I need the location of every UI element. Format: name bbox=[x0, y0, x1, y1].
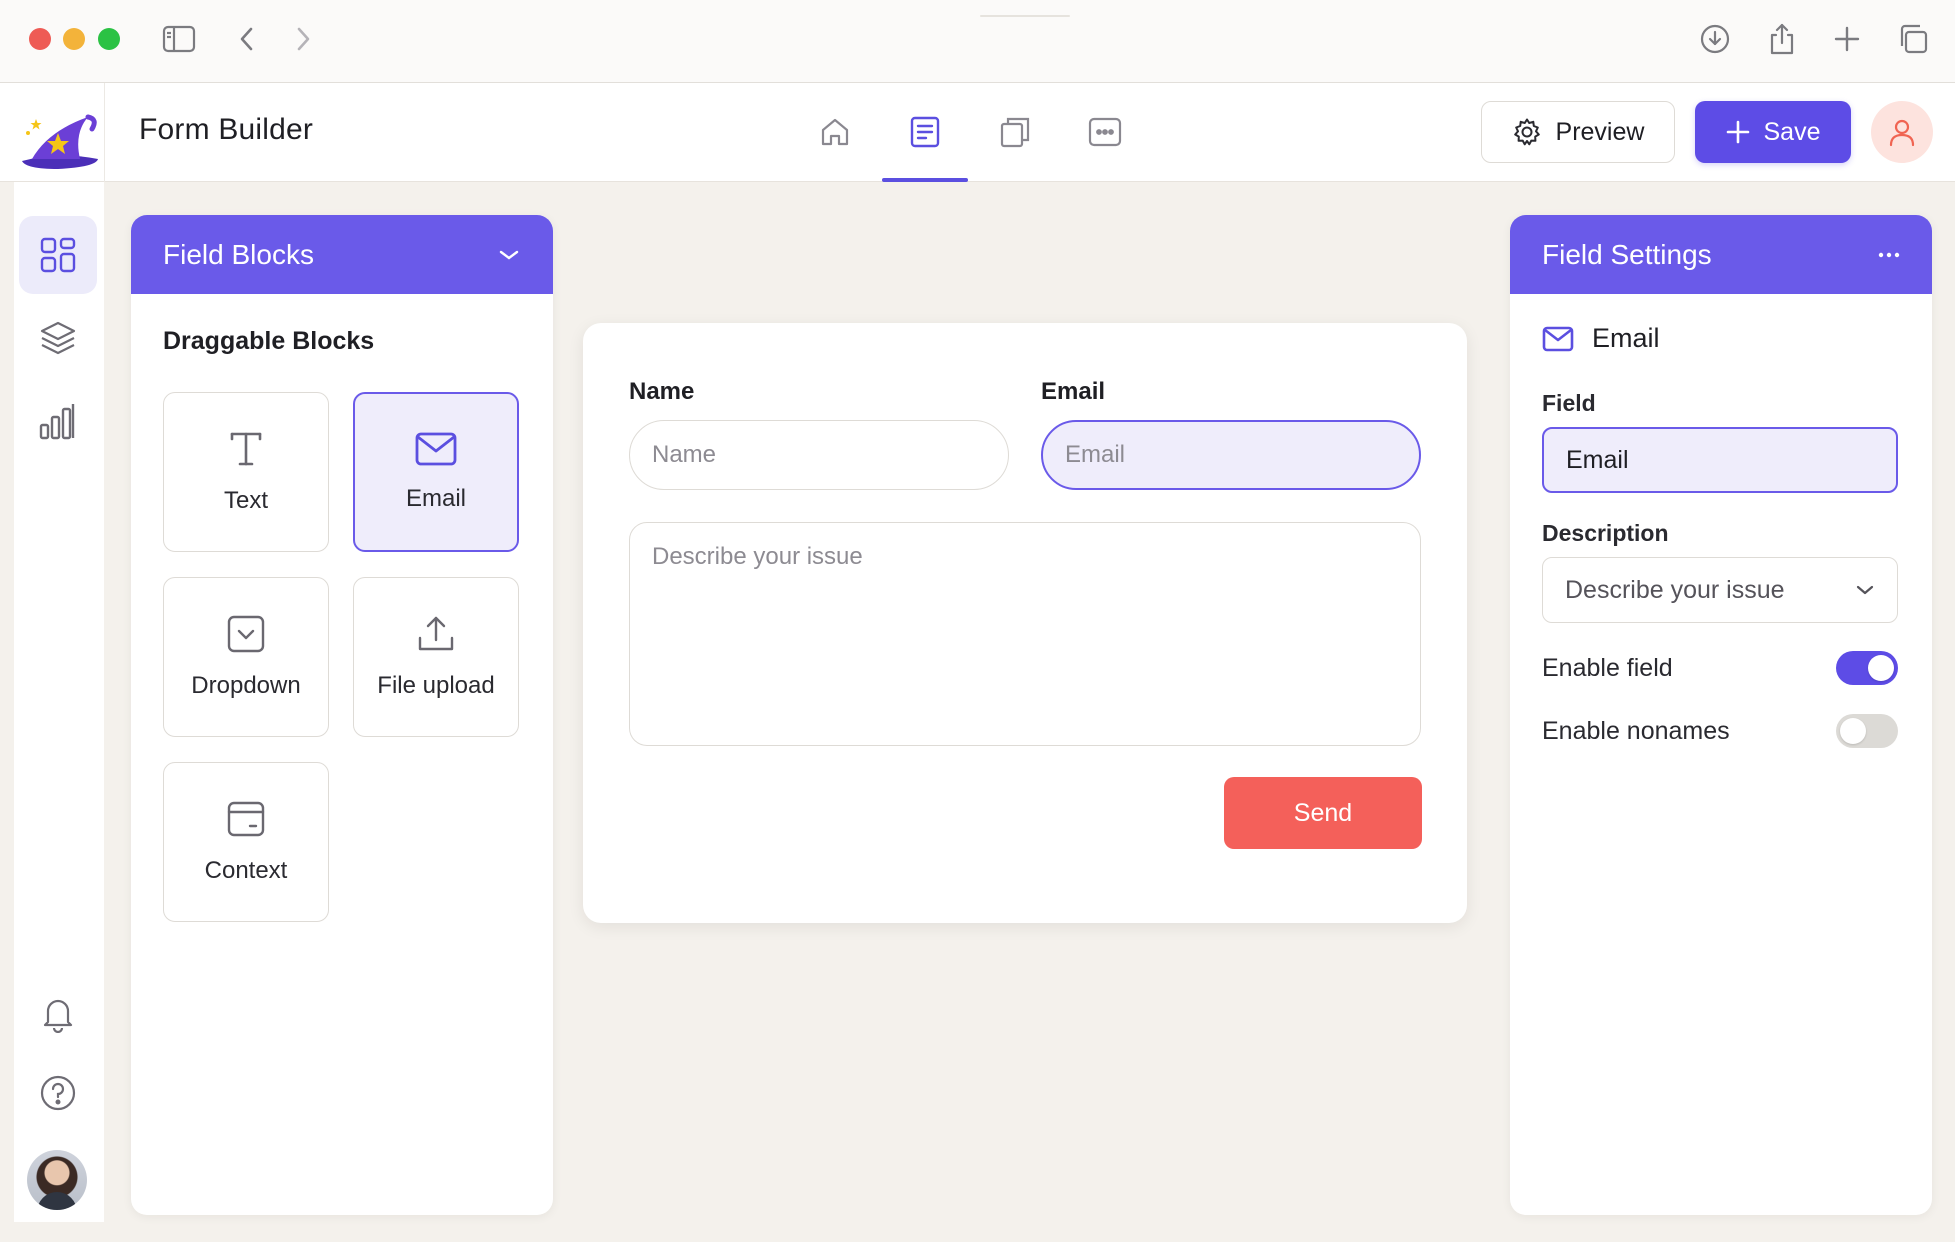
save-button[interactable]: Save bbox=[1695, 101, 1851, 163]
enable-field-label: Enable field bbox=[1542, 653, 1673, 682]
window-icon bbox=[226, 799, 266, 839]
upload-icon bbox=[416, 614, 456, 654]
textarea-placeholder: Describe your issue bbox=[652, 543, 863, 570]
field-blocks-panel: Field Blocks Draggable Blocks Text Email… bbox=[131, 215, 553, 1215]
save-label: Save bbox=[1763, 117, 1821, 146]
tab-form[interactable] bbox=[900, 107, 950, 157]
mail-icon bbox=[414, 431, 458, 467]
email-placeholder: Email bbox=[1065, 441, 1126, 468]
field-settings-header: Field Settings bbox=[1510, 215, 1932, 294]
field-settings-title: Field Settings bbox=[1542, 238, 1712, 270]
preview-label: Preview bbox=[1555, 117, 1645, 146]
enable-nonames-toggle[interactable] bbox=[1836, 714, 1898, 748]
profile-avatar[interactable] bbox=[27, 1150, 87, 1210]
preview-button[interactable]: Preview bbox=[1481, 101, 1675, 163]
block-context[interactable]: Context bbox=[163, 762, 329, 922]
home-icon bbox=[819, 116, 851, 148]
forward-icon[interactable] bbox=[284, 20, 322, 58]
plus-icon bbox=[1726, 120, 1750, 144]
sidebar-toggle-icon[interactable] bbox=[160, 20, 198, 58]
maximize-window-button[interactable] bbox=[98, 28, 120, 50]
collapse-chevron-icon[interactable] bbox=[497, 247, 521, 263]
description-select[interactable]: Describe your issue bbox=[1542, 557, 1898, 623]
field-blocks-title: Field Blocks bbox=[163, 238, 314, 270]
description-value: Describe your issue bbox=[1565, 575, 1785, 604]
user-menu-button[interactable] bbox=[1871, 101, 1933, 163]
document-icon bbox=[909, 115, 941, 149]
more-icon bbox=[1088, 117, 1122, 147]
field-settings-panel: Field Settings Email Field Email Descrip… bbox=[1510, 215, 1932, 1215]
user-icon bbox=[1887, 117, 1917, 147]
name-placeholder: Name bbox=[652, 441, 717, 468]
name-input[interactable]: Name bbox=[629, 420, 1009, 490]
wizard-hat-logo bbox=[18, 111, 102, 171]
mail-icon bbox=[1542, 326, 1574, 352]
more-options-icon[interactable] bbox=[1878, 251, 1900, 259]
close-window-button[interactable] bbox=[29, 28, 51, 50]
tab-home[interactable] bbox=[810, 107, 860, 157]
issue-textarea[interactable]: Describe your issue bbox=[629, 522, 1421, 746]
email-input[interactable]: Email bbox=[1041, 420, 1421, 490]
new-tab-icon[interactable] bbox=[1828, 20, 1866, 58]
header-divider bbox=[104, 83, 105, 182]
download-icon[interactable] bbox=[1696, 20, 1734, 58]
field-label: Field bbox=[1542, 390, 1596, 416]
block-dropdown[interactable]: Dropdown bbox=[163, 577, 329, 737]
tab-copy[interactable] bbox=[990, 107, 1040, 157]
share-icon[interactable] bbox=[1763, 20, 1801, 58]
draggable-blocks-heading: Draggable Blocks bbox=[163, 327, 375, 355]
send-button[interactable]: Send bbox=[1224, 777, 1422, 849]
back-icon[interactable] bbox=[228, 20, 266, 58]
left-rail bbox=[14, 182, 104, 1222]
app-title: Form Builder bbox=[139, 113, 314, 146]
selected-field-heading: Email bbox=[1542, 323, 1660, 354]
field-name-input[interactable]: Email bbox=[1542, 427, 1898, 493]
block-text[interactable]: Text bbox=[163, 392, 329, 552]
app-header: Form Builder Preview Save bbox=[0, 83, 1955, 182]
description-label: Description bbox=[1542, 520, 1669, 546]
form-canvas: Name Email Name Email Describe your issu… bbox=[583, 323, 1467, 923]
block-label: Email bbox=[405, 485, 466, 512]
enable-field-toggle[interactable] bbox=[1836, 651, 1898, 685]
block-email[interactable]: Email bbox=[353, 392, 519, 552]
text-icon bbox=[227, 429, 265, 469]
help-icon bbox=[39, 1074, 77, 1112]
rail-item-analytics[interactable] bbox=[19, 382, 97, 460]
chevron-down-icon bbox=[1855, 584, 1875, 596]
copy-icon bbox=[999, 115, 1031, 149]
enable-field-row: Enable field bbox=[1542, 651, 1898, 685]
enable-nonames-row: Enable nonames bbox=[1542, 714, 1898, 748]
window-titlebar bbox=[0, 0, 1955, 83]
dropdown-icon bbox=[226, 614, 266, 654]
bar-chart-icon bbox=[38, 401, 78, 441]
field-blocks-header: Field Blocks bbox=[131, 215, 553, 294]
enable-nonames-label: Enable nonames bbox=[1542, 716, 1730, 745]
email-label: Email bbox=[1041, 378, 1106, 405]
gear-icon bbox=[1512, 117, 1542, 147]
bell-icon bbox=[40, 995, 76, 1033]
block-label: File upload bbox=[377, 672, 495, 699]
layers-icon bbox=[39, 319, 77, 357]
rail-item-help[interactable] bbox=[19, 1054, 97, 1132]
rail-item-notifications[interactable] bbox=[19, 975, 97, 1053]
titlebar-notch bbox=[980, 15, 1070, 17]
selected-field-type: Email bbox=[1592, 323, 1660, 353]
block-label: Context bbox=[204, 857, 288, 884]
tab-more[interactable] bbox=[1080, 107, 1130, 157]
rail-item-layers[interactable] bbox=[19, 299, 97, 377]
block-label: Dropdown bbox=[191, 672, 301, 699]
tab-overview-icon[interactable] bbox=[1894, 20, 1932, 58]
grid-icon bbox=[39, 236, 77, 274]
block-label: Text bbox=[223, 487, 268, 514]
block-file-upload[interactable]: File upload bbox=[353, 577, 519, 737]
rail-item-dashboard[interactable] bbox=[19, 216, 97, 294]
minimize-window-button[interactable] bbox=[63, 28, 85, 50]
active-tab-indicator bbox=[882, 178, 968, 182]
field-name-value: Email bbox=[1566, 445, 1629, 474]
name-label: Name bbox=[629, 378, 695, 405]
